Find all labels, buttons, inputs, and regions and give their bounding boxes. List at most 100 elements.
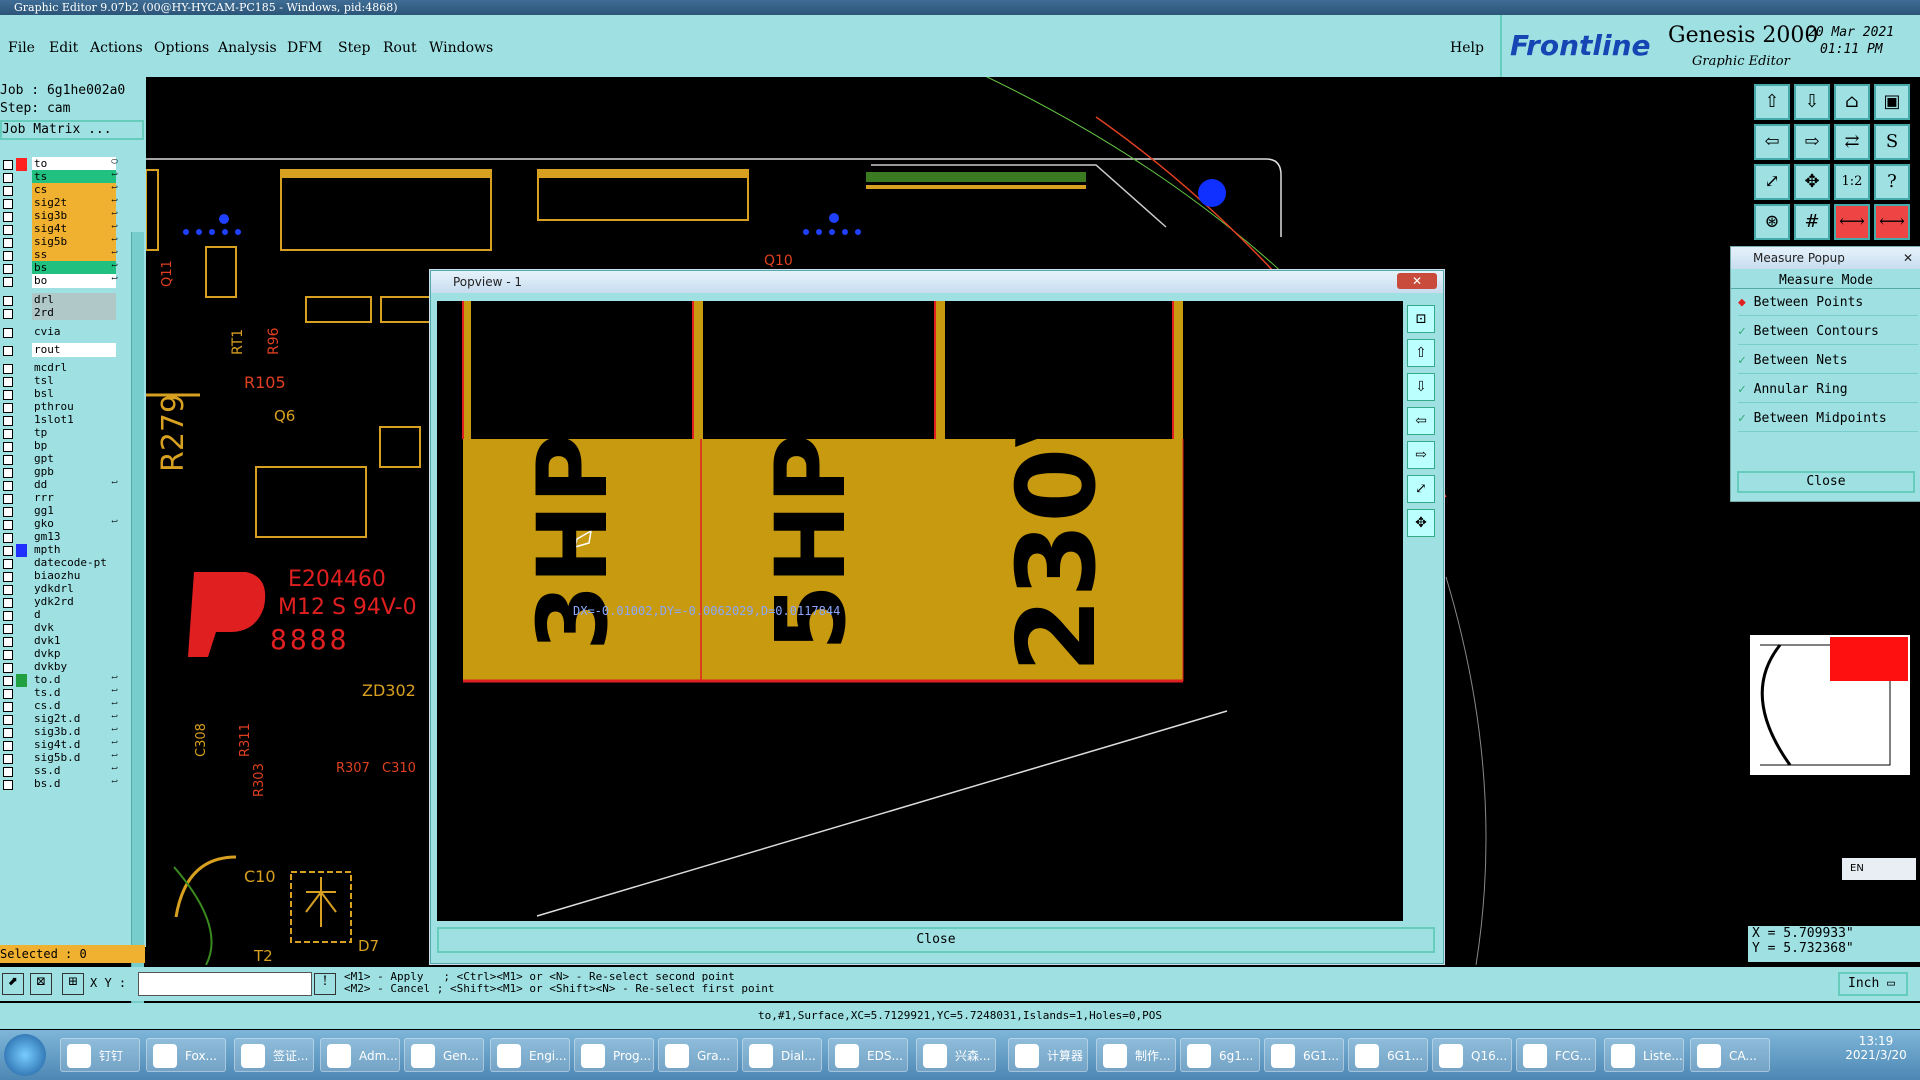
layer-visibility-checkbox[interactable]	[3, 442, 13, 452]
snap-icon[interactable]: ⊛	[1754, 204, 1790, 240]
job-matrix-button[interactable]: Job Matrix ...	[0, 120, 144, 140]
layer-visibility-checkbox[interactable]	[3, 309, 13, 319]
layer-color-swatch[interactable]	[16, 344, 27, 357]
layer-name[interactable]: cs	[32, 183, 116, 197]
menu-help[interactable]: Help	[1450, 40, 1484, 56]
menu-step[interactable]: Step	[338, 40, 370, 56]
layer-visibility-checkbox[interactable]	[3, 455, 13, 465]
layer-name[interactable]: 1slot1	[32, 413, 116, 427]
layer-row[interactable]: bo ↩	[0, 274, 120, 289]
taskbar-item[interactable]: 钉钉	[60, 1038, 140, 1072]
layer-name[interactable]: ydk2rd	[32, 595, 116, 609]
layer-row[interactable]: rout	[0, 343, 120, 358]
taskbar-item[interactable]: Adm...	[320, 1038, 400, 1072]
menu-options[interactable]: Options	[154, 40, 209, 56]
layer-visibility-checkbox[interactable]	[3, 212, 13, 222]
taskbar-item[interactable]: Engi...	[490, 1038, 570, 1072]
layer-name[interactable]: rrr	[32, 491, 116, 505]
layer-visibility-checkbox[interactable]	[3, 572, 13, 582]
layer-color-swatch[interactable]	[16, 275, 27, 288]
measure-icon[interactable]: ⟷	[1834, 204, 1870, 240]
layer-visibility-checkbox[interactable]	[3, 507, 13, 517]
pan-left-icon[interactable]: ⇦	[1407, 407, 1435, 435]
layer-name[interactable]: sig4t.d	[32, 738, 116, 752]
home-icon[interactable]: ⌂	[1834, 84, 1870, 120]
measure-option-annular-ring[interactable]: ✓ Annular Ring	[1738, 378, 1918, 403]
zoom-fit-icon[interactable]: ⤢	[1754, 164, 1790, 200]
pan-right-icon[interactable]: ⇨	[1407, 441, 1435, 469]
layer-visibility-checkbox[interactable]	[3, 390, 13, 400]
layer-visibility-checkbox[interactable]	[3, 754, 13, 764]
menu-analysis[interactable]: Analysis	[218, 40, 277, 56]
layer-visibility-checkbox[interactable]	[3, 585, 13, 595]
layer-name[interactable]: dvk1	[32, 634, 116, 648]
taskbar-item[interactable]: Prog...	[574, 1038, 654, 1072]
pan-right-icon[interactable]: ⇨	[1794, 124, 1830, 160]
scale-1-2-icon[interactable]: 1:2	[1834, 164, 1870, 200]
layer-visibility-checkbox[interactable]	[3, 676, 13, 686]
layer-name[interactable]: dvkby	[32, 660, 116, 674]
pan-left-icon[interactable]: ⇦	[1754, 124, 1790, 160]
window-icon[interactable]: ▣	[1874, 84, 1910, 120]
layer-name[interactable]: sig3b.d	[32, 725, 116, 739]
layer-color-swatch[interactable]	[16, 307, 27, 320]
layer-name[interactable]: ts	[32, 170, 116, 184]
layer-visibility-checkbox[interactable]	[3, 238, 13, 248]
measure-close-button[interactable]: Close	[1737, 471, 1915, 493]
layer-color-swatch[interactable]	[16, 326, 27, 339]
layer-visibility-checkbox[interactable]	[3, 225, 13, 235]
layer-name[interactable]: ss	[32, 248, 116, 262]
layer-name[interactable]: ts.d	[32, 686, 116, 700]
menu-edit[interactable]: Edit	[49, 40, 78, 56]
layer-name[interactable]: sig4t	[32, 222, 116, 236]
layer-name[interactable]: mpth	[32, 543, 116, 557]
units-selector[interactable]: Inch ▭	[1838, 972, 1908, 996]
layer-name[interactable]: gko	[32, 517, 116, 531]
pan-down-icon[interactable]: ⇩	[1407, 373, 1435, 401]
zoom-fit-icon[interactable]: ⤢	[1407, 475, 1435, 503]
layer-name[interactable]: dvkp	[32, 647, 116, 661]
xy-input[interactable]	[138, 972, 312, 996]
taskbar-item[interactable]: 6g1...	[1180, 1038, 1260, 1072]
measure-option-between-points[interactable]: ◆ Between Points	[1738, 291, 1918, 316]
layer-name[interactable]: sig2t	[32, 196, 116, 210]
layer-visibility-checkbox[interactable]	[3, 277, 13, 287]
grid-tool-icon[interactable]: ⊞	[62, 973, 84, 995]
taskbar-item[interactable]: Liste...	[1604, 1038, 1684, 1072]
menu-dfm[interactable]: DFM	[287, 40, 322, 56]
layer-name[interactable]: datecode-pt	[32, 556, 116, 570]
taskbar-item[interactable]: 兴森...	[916, 1038, 996, 1072]
layer-name[interactable]: sig2t.d	[32, 712, 116, 726]
taskbar-item[interactable]: FCG...	[1516, 1038, 1596, 1072]
grid-icon[interactable]: #	[1794, 204, 1830, 240]
layer-visibility-checkbox[interactable]	[3, 728, 13, 738]
layer-name[interactable]: to.d	[32, 673, 116, 687]
layer-visibility-checkbox[interactable]	[3, 767, 13, 777]
layer-name[interactable]: sig3b	[32, 209, 116, 223]
layer-visibility-checkbox[interactable]	[3, 689, 13, 699]
taskbar-item[interactable]: Q16...	[1432, 1038, 1512, 1072]
layer-row[interactable]: bs.d ↩	[0, 777, 120, 792]
taskbar-item[interactable]: Fox...	[146, 1038, 226, 1072]
help-query-icon[interactable]: ?	[1874, 164, 1910, 200]
layer-scrollbar[interactable]	[131, 232, 144, 1017]
start-button[interactable]	[4, 1034, 46, 1076]
layer-name[interactable]: tp	[32, 426, 116, 440]
layer-name[interactable]: biaozhu	[32, 569, 116, 583]
taskbar-item[interactable]: Gen...	[404, 1038, 484, 1072]
layer-name[interactable]: gpb	[32, 465, 116, 479]
layer-visibility-checkbox[interactable]	[3, 598, 13, 608]
layer-visibility-checkbox[interactable]	[3, 429, 13, 439]
layer-visibility-checkbox[interactable]	[3, 468, 13, 478]
layer-visibility-checkbox[interactable]	[3, 264, 13, 274]
popview-close-button[interactable]: Close	[437, 927, 1435, 953]
layer-name[interactable]: cvia	[32, 325, 116, 339]
layer-visibility-checkbox[interactable]	[3, 346, 13, 356]
taskbar-item[interactable]: Dial...	[742, 1038, 822, 1072]
layer-visibility-checkbox[interactable]	[3, 364, 13, 374]
layer-name[interactable]: bs	[32, 261, 116, 275]
layer-name[interactable]: pthrou	[32, 400, 116, 414]
layer-visibility-checkbox[interactable]	[3, 624, 13, 634]
pan-down-icon[interactable]: ⇩	[1794, 84, 1830, 120]
measure-option-between-contours[interactable]: ✓ Between Contours	[1738, 320, 1918, 345]
